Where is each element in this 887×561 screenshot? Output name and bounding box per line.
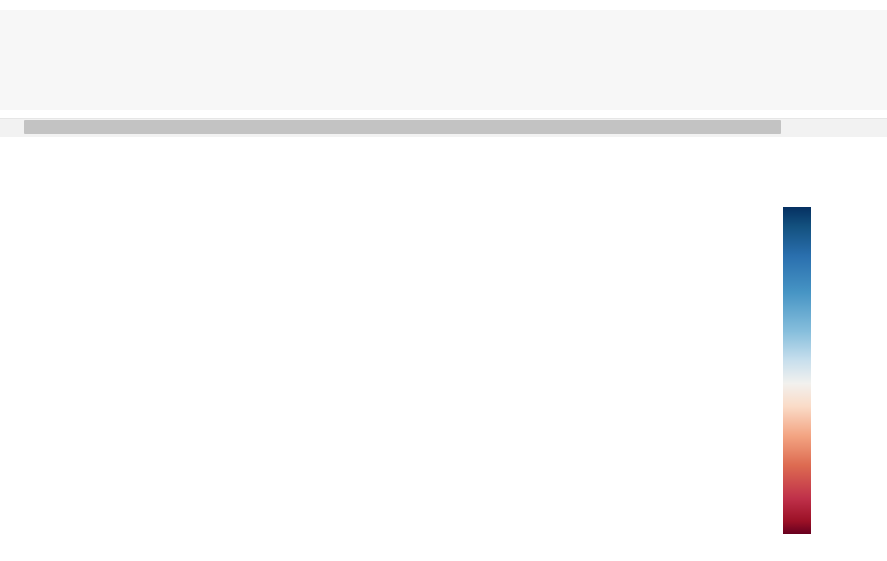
treemap-plot [0, 160, 887, 555]
scroll-right-arrow-icon[interactable] [848, 120, 862, 134]
scroll-left-arrow-icon[interactable] [5, 120, 19, 134]
colorbar-gradient [783, 207, 811, 534]
code-cell[interactable] [0, 10, 887, 110]
colorbar [770, 160, 887, 555]
code-horizontal-scrollbar-thumb[interactable] [24, 120, 781, 134]
